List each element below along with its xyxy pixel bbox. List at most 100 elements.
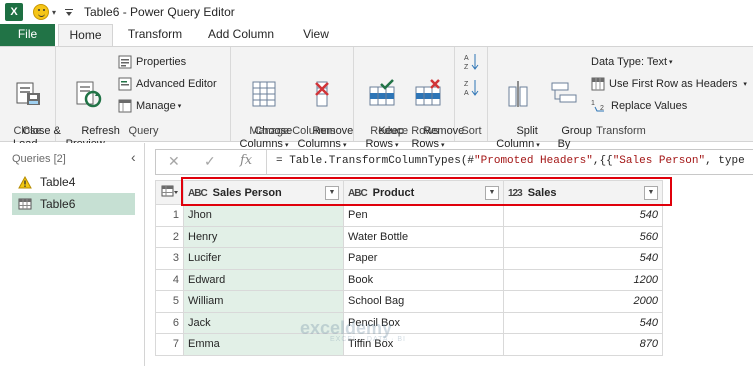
svg-text:A: A [464, 55, 469, 62]
cell-sales[interactable]: 870 [503, 333, 663, 356]
tab-file[interactable]: File [0, 24, 55, 46]
filter-dropdown-icon[interactable]: ▼ [644, 185, 658, 200]
column-header-sales-person[interactable]: ABC Sales Person ▼ [183, 180, 344, 205]
formula-prefix: = Table.TransformColumnTypes(# [276, 155, 475, 167]
remove-columns-icon [315, 81, 329, 107]
table-icon [18, 198, 32, 210]
data-grid: ABC Sales Person ▼ ABC Product ▼ 123 Sales ▼ 1… [155, 180, 663, 356]
table-row: 7 Emma Tiffin Box 870 [155, 333, 663, 356]
filter-dropdown-icon[interactable]: ▼ [325, 185, 339, 200]
row-number[interactable]: 7 [155, 333, 184, 356]
svg-text:2: 2 [600, 105, 604, 112]
row-number[interactable]: 6 [155, 311, 184, 334]
data-type-dropdown[interactable]: Data Type: Text ▾ [591, 53, 673, 71]
formula-bar: ✕ ✓ fx = Table.TransformColumnTypes(#"Pr… [155, 149, 753, 175]
collapse-pane-icon[interactable]: ‹ [131, 149, 136, 165]
title-bar: X ▾ Table6 - Power Query Editor [0, 0, 753, 24]
row-number[interactable]: 2 [155, 225, 184, 248]
text-type-icon[interactable]: ABC [348, 188, 368, 199]
column-name: Sales Person [212, 186, 282, 199]
cell-product[interactable]: Water Bottle [343, 225, 504, 248]
formula-divider [266, 150, 267, 174]
cell-sales-person[interactable]: Henry [183, 225, 344, 248]
row-number[interactable]: 4 [155, 268, 184, 291]
text-type-icon[interactable]: ABC [188, 188, 208, 199]
sort-ascending-button[interactable]: AZ [464, 53, 480, 71]
window-title: Table6 - Power Query Editor [84, 5, 235, 19]
group-label-sort: Sort [461, 125, 482, 137]
manage-icon [118, 99, 132, 113]
table-menu-button[interactable] [155, 180, 184, 205]
ribbon-tabs: File Home Transform Add Column View [0, 24, 753, 47]
cell-sales-person[interactable]: Jhon [183, 204, 344, 227]
group-by-button[interactable]: Group By [543, 53, 592, 164]
cell-sales[interactable]: 2000 [503, 290, 663, 313]
use-first-row-as-headers-button[interactable]: Use First Row as Headers ▾ [591, 75, 747, 93]
table-menu-icon [161, 185, 178, 197]
table-row: 1 Jhon Pen 540 [155, 204, 663, 227]
replace-values-label: Replace Values [611, 100, 688, 112]
cell-sales[interactable]: 540 [503, 247, 663, 270]
row-number[interactable]: 1 [155, 204, 184, 227]
row-number[interactable]: 3 [155, 247, 184, 270]
column-header-sales[interactable]: 123 Sales ▼ [503, 180, 663, 205]
data-type-label: Data Type: Text [591, 56, 668, 68]
smiley-icon[interactable] [33, 4, 49, 20]
query-item-table6[interactable]: Table6 [12, 193, 135, 215]
tab-transform[interactable]: Transform [120, 24, 190, 46]
cell-sales[interactable]: 1200 [503, 268, 663, 291]
table-row: 4 Edward Book 1200 [155, 268, 663, 291]
keep-rows-icon [369, 79, 395, 106]
cell-sales-person[interactable]: William [183, 290, 344, 313]
filter-dropdown-icon[interactable]: ▼ [485, 185, 499, 200]
cell-product[interactable]: School Bag [343, 290, 504, 313]
use-first-row-label: Use First Row as Headers [609, 78, 738, 90]
manage-label: Manage [136, 100, 176, 112]
number-type-icon[interactable]: 123 [508, 188, 523, 199]
cell-sales-person[interactable]: Edward [183, 268, 344, 291]
manage-button[interactable]: Manage ▾ [118, 97, 181, 115]
cell-product[interactable]: Pen [343, 204, 504, 227]
query-item-table4[interactable]: Table4 [12, 171, 135, 193]
cell-sales[interactable]: 560 [503, 225, 663, 248]
properties-label: Properties [136, 56, 187, 68]
sort-descending-button[interactable]: ZA [464, 79, 480, 97]
advanced-editor-button[interactable]: Advanced Editor [118, 75, 217, 93]
replace-values-button[interactable]: 12 Replace Values [591, 97, 687, 115]
column-header-product[interactable]: ABC Product ▼ [343, 180, 504, 205]
excel-logo-icon: X [5, 3, 23, 21]
tab-home[interactable]: Home [58, 24, 113, 47]
refresh-icon [76, 81, 102, 108]
query-label: Table6 [40, 197, 76, 211]
formula-mid: ,{{ [592, 155, 613, 167]
replace-values-icon: 12 [591, 100, 604, 112]
watermark-name: exceldemy [300, 318, 393, 338]
cell-sales-person[interactable]: Lucifer [183, 247, 344, 270]
properties-button[interactable]: Properties [118, 53, 186, 71]
smiley-caret-icon[interactable]: ▾ [52, 8, 56, 17]
svg-text:Z: Z [464, 81, 469, 88]
tab-view[interactable]: View [292, 24, 340, 46]
formula-input[interactable]: = Table.TransformColumnTypes(#"Promoted … [276, 155, 745, 167]
group-transform: Split Column ▾ Group By Data Type: Text ▾ … [489, 47, 753, 150]
queries-header: Queries [2] [12, 153, 66, 165]
table-row: 5 William School Bag 2000 [155, 290, 663, 313]
quick-access-customize-icon[interactable] [65, 9, 73, 16]
tab-add-column[interactable]: Add Column [196, 24, 286, 46]
cell-product[interactable]: Paper [343, 247, 504, 270]
group-label-close: Close [13, 125, 42, 137]
group-by-icon [551, 82, 577, 103]
cell-product[interactable]: Book [343, 268, 504, 291]
group-manage-columns: Choose Columns ▾ Remove Columns ▾ Manage C… [232, 47, 354, 150]
table-row: 2 Henry Water Bottle 560 [155, 225, 663, 248]
fx-icon[interactable]: fx [240, 153, 252, 168]
confirm-icon[interactable]: ✓ [204, 153, 216, 170]
formula-suffix: , type [705, 155, 745, 167]
column-name: Sales [527, 186, 557, 199]
row-number[interactable]: 5 [155, 290, 184, 313]
cell-sales[interactable]: 540 [503, 311, 663, 334]
cell-sales[interactable]: 540 [503, 204, 663, 227]
group-close: Close & Load▾ Close [0, 47, 61, 150]
column-name: Product [372, 186, 415, 199]
cancel-icon[interactable]: ✕ [168, 153, 180, 170]
